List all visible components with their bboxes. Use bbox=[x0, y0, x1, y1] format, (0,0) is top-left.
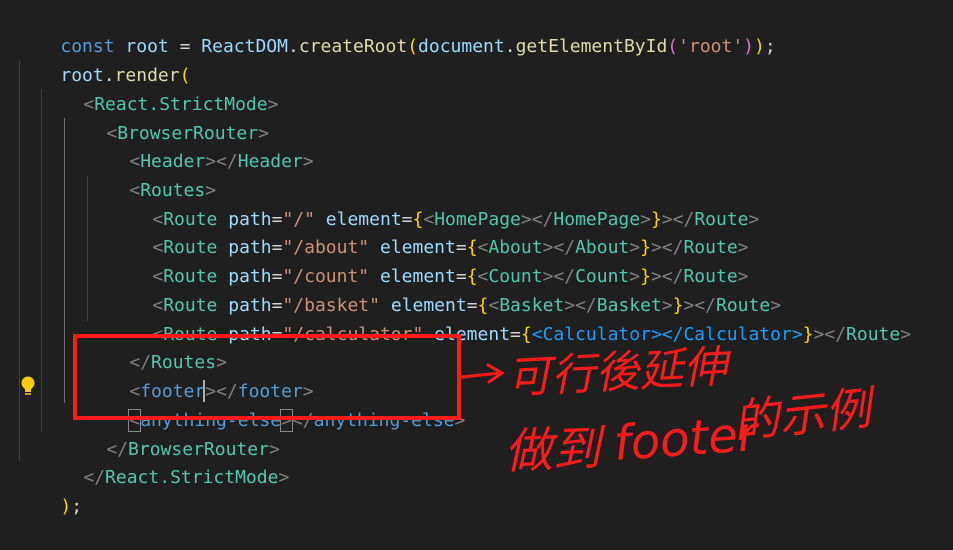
token: > bbox=[454, 410, 466, 431]
token: ) bbox=[754, 36, 765, 57]
token: ></ bbox=[650, 324, 684, 345]
code-line-3[interactable]: <React.StrictMode> bbox=[40, 61, 278, 115]
token: } bbox=[802, 324, 814, 345]
code-line-6[interactable]: <Routes> bbox=[86, 147, 216, 201]
token: ( bbox=[667, 36, 679, 57]
arrow-icon bbox=[460, 363, 505, 384]
annotation-line-2a: 做到 bbox=[503, 420, 607, 480]
annotation-line-1: 可行後延伸 bbox=[506, 341, 733, 404]
token: ; bbox=[71, 496, 83, 517]
token: > bbox=[267, 94, 279, 115]
token: Calculator bbox=[683, 324, 792, 345]
code-line-15[interactable]: </BrowserRouter> bbox=[63, 406, 279, 460]
token: Calculator bbox=[542, 324, 651, 345]
token: = bbox=[271, 324, 283, 345]
code-line-4[interactable]: <BrowserRouter> bbox=[63, 90, 269, 144]
token: path bbox=[228, 324, 272, 345]
token: ; bbox=[764, 36, 776, 57]
token: ) bbox=[60, 496, 72, 517]
token: = bbox=[510, 324, 521, 345]
token: ) bbox=[743, 36, 755, 57]
code-line-16[interactable]: </React.StrictMode> bbox=[40, 434, 289, 488]
token: > bbox=[791, 324, 803, 345]
route-line[interactable]: <Route path="/calculator" element={<Calc… bbox=[109, 291, 911, 345]
token: Route bbox=[846, 324, 901, 345]
token: > bbox=[302, 151, 314, 172]
token: . bbox=[504, 36, 516, 57]
code-line-5[interactable]: <Header></Header> bbox=[86, 118, 313, 172]
token: > bbox=[278, 467, 290, 488]
token: anything-else bbox=[313, 410, 455, 431]
token: 'root' bbox=[678, 36, 744, 57]
token: createRoot bbox=[298, 36, 408, 57]
route-line[interactable]: <Route path="/" element={<HomePage></Hom… bbox=[109, 176, 759, 230]
lightbulb-icon[interactable] bbox=[19, 375, 37, 397]
token: element bbox=[434, 324, 511, 345]
token: > bbox=[748, 209, 760, 230]
code-line-2[interactable]: root.render( bbox=[17, 32, 190, 86]
annotation-line-2b: footer bbox=[612, 406, 763, 472]
token: "/calculator" bbox=[282, 324, 424, 345]
token: { bbox=[520, 324, 532, 345]
code-line-17[interactable]: ); bbox=[17, 463, 82, 517]
code-line-13[interactable]: <footer></footer> bbox=[86, 348, 313, 402]
token: </ bbox=[83, 467, 106, 488]
token: . bbox=[287, 36, 299, 57]
route-line[interactable]: <Route path="/basket" element={<Basket><… bbox=[109, 262, 781, 316]
token: React.StrictMode bbox=[105, 467, 279, 488]
token: document bbox=[418, 36, 505, 57]
code-editor[interactable]: const root = ReactDOM.createRoot(documen… bbox=[0, 0, 953, 517]
route-line[interactable]: <Route path="/count" element={<Count></C… bbox=[109, 233, 748, 287]
token: > bbox=[900, 324, 912, 345]
token: ></ bbox=[813, 324, 847, 345]
indent-guide bbox=[19, 60, 20, 461]
token: Header bbox=[237, 151, 303, 172]
token: getElementById bbox=[515, 36, 668, 57]
code-line-12[interactable]: </Routes> bbox=[86, 319, 227, 373]
code-line-14[interactable]: <anything-else></anything-else> bbox=[86, 377, 465, 432]
token: < bbox=[531, 324, 543, 345]
token: ReactDOM bbox=[201, 36, 288, 57]
token: > bbox=[280, 409, 293, 432]
text-cursor bbox=[203, 380, 205, 402]
annotation-line-2c: 的示例 bbox=[731, 380, 881, 449]
token: ( bbox=[407, 36, 419, 57]
code-line-1[interactable]: const root = ReactDOM.createRoot(documen… bbox=[17, 3, 775, 57]
route-line[interactable]: <Route path="/about" element={<About></A… bbox=[109, 204, 748, 258]
token: </ bbox=[291, 410, 314, 431]
